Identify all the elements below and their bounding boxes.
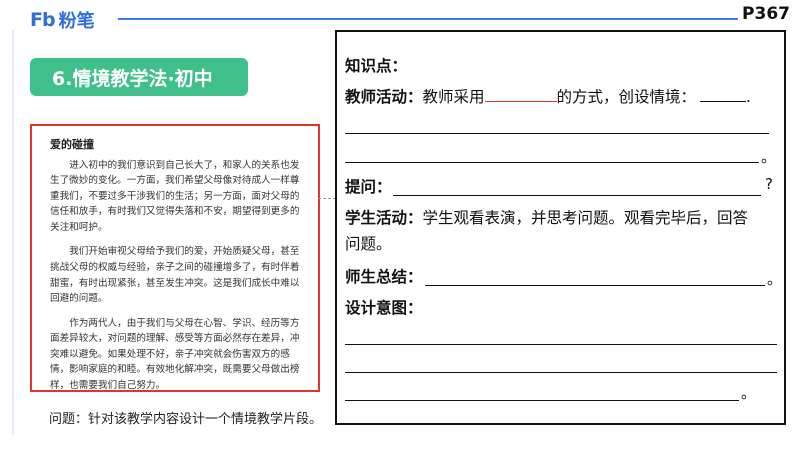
reading-passage: 爱的碰撞 进入初中的我们意识到自己长大了，和家人的关系也发生了微妙的变化。一方面… — [30, 124, 320, 392]
summary-row: 师生总结： — [345, 265, 423, 287]
scenario-line-2[interactable] — [345, 162, 759, 163]
design-intent-row: 设计意图： — [345, 296, 423, 318]
question-row: 提问： — [345, 175, 392, 197]
student-activity-row-2: 问题。 — [345, 232, 392, 254]
connector-line — [318, 198, 336, 200]
section-title-text: 6.情境教学法·初中 — [52, 67, 213, 90]
student-activity-label: 学生活动： — [345, 209, 423, 227]
knowledge-row: 知识点： — [345, 54, 407, 76]
knowledge-label: 知识点： — [345, 57, 408, 75]
design-period: 。 — [741, 384, 757, 402]
teacher-activity-label: 教师活动： — [345, 88, 423, 106]
brand-logo: Fb 粉笔 — [30, 9, 95, 32]
summary-label: 师生总结： — [345, 268, 423, 286]
summary-period: 。 — [767, 270, 783, 288]
scenario-period: 。 — [761, 148, 777, 166]
question-label: 提问： — [345, 178, 392, 196]
passage-paragraph-3: 作为两代人，由于我们与父母在心智、学识、经历等方面差异较大，对问题的理解、感受等… — [50, 317, 300, 391]
logo-text: 粉笔 — [58, 11, 95, 32]
student-activity-row: 学生活动：学生观看表演，并思考问题。观看完毕后，回答 — [345, 206, 748, 228]
section-title: 6.情境教学法·初中 — [30, 58, 248, 96]
scenario-line-1[interactable] — [345, 133, 769, 134]
passage-paragraph-1: 进入初中的我们意识到自己长大了，和家人的关系也发生了微妙的变化。一方面，我们希望… — [50, 159, 300, 233]
design-intent-label: 设计意图： — [345, 299, 423, 317]
scenario-blank[interactable] — [700, 85, 747, 102]
question-mark: ? — [765, 175, 773, 193]
question-blank[interactable] — [393, 195, 761, 196]
slide: Fb 粉笔 P367 6.情境教学法·初中 爱的碰撞 进入初中的我们意识到自己长… — [0, 0, 800, 450]
teacher-activity-text-b: 的方式，创设情境： — [556, 88, 697, 106]
logo-mark: Fb — [30, 9, 56, 31]
teacher-activity-text-a: 教师采用 — [422, 88, 485, 106]
design-line-2[interactable] — [345, 372, 777, 373]
left-accent-line — [12, 30, 14, 435]
summary-blank[interactable] — [425, 285, 765, 286]
passage-paragraph-2: 我们开始审视父母给予我们的爱，开始质疑父母，甚至挑战父母的权威与经验，亲子之间的… — [50, 246, 300, 305]
design-line-3[interactable] — [345, 400, 739, 401]
teacher-activity-row: 教师活动：教师采用 的方式，创设情境：. — [345, 85, 751, 107]
method-blank[interactable] — [484, 85, 557, 102]
question-text: 问题：针对该教学内容设计一个情境教学片段。 — [49, 412, 323, 427]
passage-title: 爱的碰撞 — [50, 138, 94, 151]
header-divider — [118, 18, 738, 20]
page-number: P367 — [742, 4, 790, 24]
design-line-1[interactable] — [345, 344, 777, 345]
teacher-activity-end: . — [746, 88, 751, 106]
student-activity-text-1: 学生观看表演，并思考问题。观看完毕后，回答 — [422, 209, 749, 227]
answer-template-panel: 知识点： 教师活动：教师采用 的方式，创设情境：. 。 提问： ? 学生活动：学生… — [335, 30, 786, 425]
student-activity-text-2: 问题。 — [345, 235, 392, 253]
